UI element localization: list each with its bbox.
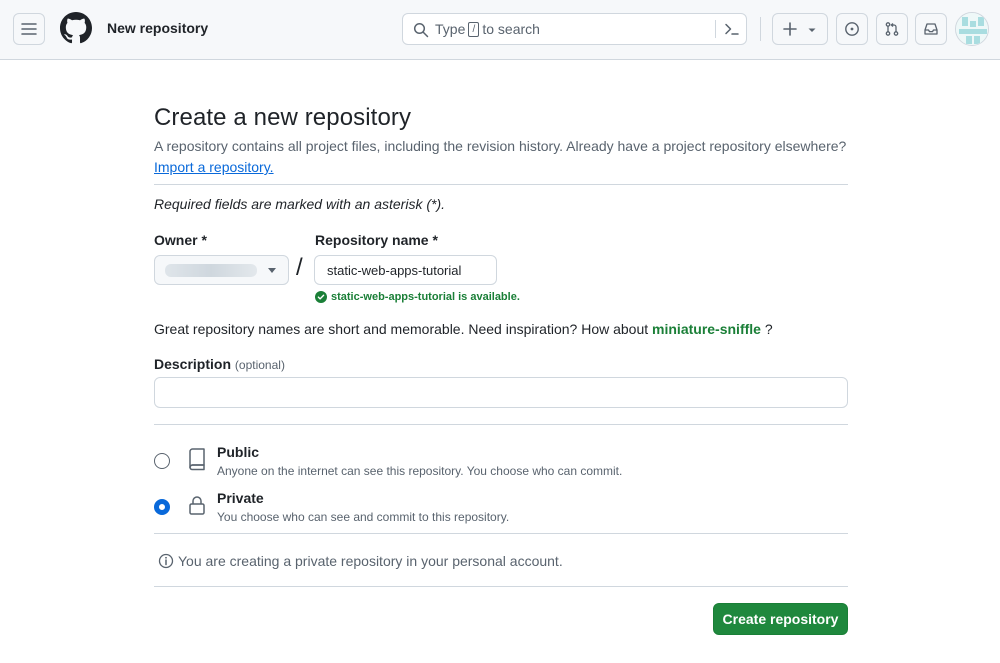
public-title: Public xyxy=(217,444,260,460)
repo-icon xyxy=(189,448,205,471)
search-divider xyxy=(715,20,716,38)
search-placeholder-pre: Type xyxy=(435,21,466,37)
description-label: Description (optional) xyxy=(154,356,285,372)
create-repository-button[interactable]: Create repository xyxy=(713,603,848,635)
divider xyxy=(154,533,848,534)
plus-icon xyxy=(783,22,797,36)
private-title: Private xyxy=(217,490,264,506)
owner-value-redacted xyxy=(165,264,257,277)
divider xyxy=(154,184,848,185)
public-description: Anyone on the internet can see this repo… xyxy=(217,464,623,478)
inspiration-text: Great repository names are short and mem… xyxy=(154,321,649,337)
page-title: Create a new repository xyxy=(154,104,412,131)
info-message-text: You are creating a private repository in… xyxy=(178,553,563,569)
repository-name-input[interactable] xyxy=(314,255,497,285)
create-new-button[interactable] xyxy=(772,13,828,45)
inbox-icon xyxy=(924,23,938,35)
availability-text: static-web-apps-tutorial is available. xyxy=(331,291,520,303)
owner-select[interactable] xyxy=(154,255,289,285)
private-description: You choose who can see and commit to thi… xyxy=(217,510,510,524)
global-header: New repository Type / to search xyxy=(0,0,1000,60)
inspiration-end: ? xyxy=(764,321,773,337)
header-divider xyxy=(760,17,761,41)
page-subtitle: A repository contains all project files,… xyxy=(154,138,847,154)
issues-button[interactable] xyxy=(836,13,868,45)
repository-name-label: Repository name * xyxy=(315,232,438,248)
private-radio[interactable] xyxy=(154,499,170,515)
required-fields-note: Required fields are marked with an aster… xyxy=(154,196,446,212)
triangle-down-icon xyxy=(808,28,816,32)
search-placeholder: Type / to search xyxy=(435,21,540,37)
check-circle-icon xyxy=(315,291,327,303)
import-repository-link[interactable]: Import a repository. xyxy=(154,159,274,175)
description-label-text: Description xyxy=(154,356,232,372)
lock-icon xyxy=(189,496,205,515)
owner-label: Owner * xyxy=(154,232,207,248)
divider xyxy=(154,424,848,425)
name-inspiration: Great repository names are short and mem… xyxy=(154,321,773,337)
slash-key-hint: / xyxy=(468,21,480,37)
issues-icon xyxy=(845,22,859,36)
pull-requests-button[interactable] xyxy=(876,13,908,45)
avatar-identicon xyxy=(956,13,988,45)
suggested-name-link[interactable]: miniature-sniffle xyxy=(652,321,761,337)
info-icon xyxy=(158,553,174,569)
public-radio[interactable] xyxy=(154,453,170,469)
availability-message: static-web-apps-tutorial is available. xyxy=(315,291,520,303)
search-placeholder-post: to search xyxy=(482,21,540,37)
optional-hint: (optional) xyxy=(234,358,285,372)
search-icon xyxy=(413,22,429,38)
search-input[interactable]: Type / to search xyxy=(402,13,747,45)
menu-icon xyxy=(21,23,37,35)
caret-down-icon xyxy=(268,268,276,273)
avatar[interactable] xyxy=(955,12,989,46)
menu-button[interactable] xyxy=(13,13,45,45)
divider xyxy=(154,586,848,587)
description-input[interactable] xyxy=(154,377,848,408)
inbox-button[interactable] xyxy=(915,13,947,45)
command-palette-icon[interactable] xyxy=(724,21,740,37)
pull-requests-icon xyxy=(885,22,899,36)
context-title[interactable]: New repository xyxy=(107,20,208,36)
github-logo[interactable] xyxy=(60,12,92,44)
info-message: You are creating a private repository in… xyxy=(158,553,563,569)
owner-repo-separator: / xyxy=(296,254,303,281)
